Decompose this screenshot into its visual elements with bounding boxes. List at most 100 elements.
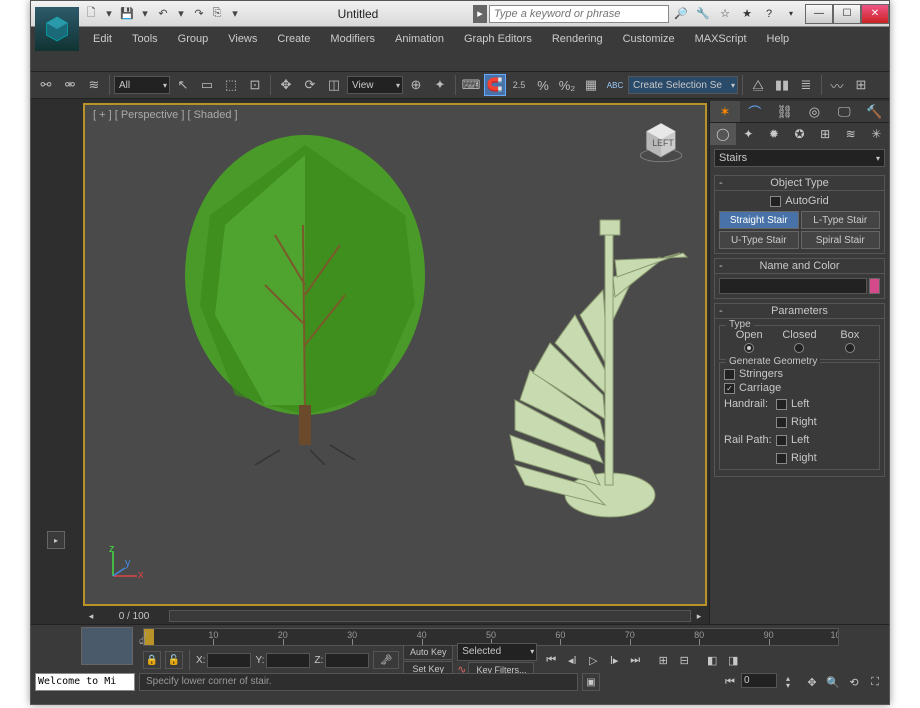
btn-utype-stair[interactable]: U-Type Stair: [719, 231, 799, 249]
close-button[interactable]: ✕: [861, 4, 889, 24]
object-name-input[interactable]: [719, 278, 867, 294]
subtab-systems-icon[interactable]: ✳: [863, 123, 889, 145]
open-icon[interactable]: ▾: [101, 6, 117, 22]
rollout-header-object-type[interactable]: -Object Type: [714, 175, 885, 191]
chk-stringers-row[interactable]: Stringers: [724, 368, 875, 380]
btn-spiral-stair[interactable]: Spiral Stair: [801, 231, 881, 249]
btn-ltype-stair[interactable]: L-Type Stair: [801, 211, 881, 229]
undo-icon[interactable]: ↶: [155, 6, 171, 22]
play-icon[interactable]: ▷: [583, 651, 603, 669]
help-dd-icon[interactable]: ▾: [783, 6, 799, 22]
unlink-icon[interactable]: ⚮: [59, 74, 81, 96]
chk-handrail-left[interactable]: [776, 399, 787, 410]
menu-edit[interactable]: Edit: [83, 31, 122, 49]
y-input[interactable]: [266, 653, 310, 668]
edit-sel-icon[interactable]: ▦: [580, 74, 602, 96]
named-selection-dropdown[interactable]: Create Selection Se: [628, 76, 738, 94]
tab-utilities-icon[interactable]: 🔨: [859, 101, 889, 122]
maxscript-listener[interactable]: Welcome to Mi: [35, 673, 135, 691]
maximize-button[interactable]: ☐: [833, 4, 861, 24]
subtab-helpers-icon[interactable]: ⊞: [812, 123, 838, 145]
chk-railpath-left-row[interactable]: Left: [776, 434, 875, 446]
pivot-icon[interactable]: ⊕: [405, 74, 427, 96]
refcoord-dropdown[interactable]: View: [347, 76, 403, 94]
goto-start2-icon[interactable]: ⏮: [720, 673, 740, 691]
chk-railpath-right-row[interactable]: Right: [776, 452, 875, 464]
help-icon[interactable]: ?: [761, 6, 777, 22]
menu-animation[interactable]: Animation: [385, 31, 454, 49]
type-box[interactable]: Box: [825, 329, 875, 356]
menu-grapheditors[interactable]: Graph Editors: [454, 31, 542, 49]
type-closed[interactable]: Closed: [774, 329, 824, 356]
named-sel-icon[interactable]: ABC: [604, 74, 626, 96]
new-icon[interactable]: 🗋: [83, 6, 99, 22]
next-frame-icon[interactable]: ǀ▸: [604, 651, 624, 669]
spinner-snap-icon[interactable]: %₂: [556, 74, 578, 96]
percent-snap-icon[interactable]: %: [532, 74, 554, 96]
tab-create[interactable]: ✶: [710, 101, 740, 122]
menu-maxscript[interactable]: MAXScript: [685, 31, 757, 49]
chk-stringers[interactable]: [724, 369, 735, 380]
z-input[interactable]: [325, 653, 369, 668]
lock-icon[interactable]: 🔒: [143, 651, 161, 669]
menu-help[interactable]: Help: [757, 31, 807, 49]
bind-icon[interactable]: ≋: [83, 74, 105, 96]
star-icon[interactable]: ☆: [717, 6, 733, 22]
type-open[interactable]: Open: [724, 329, 774, 356]
rollout-header-parameters[interactable]: -Parameters: [714, 303, 885, 319]
key-icon[interactable]: 🗝: [373, 651, 399, 669]
menu-group[interactable]: Group: [168, 31, 219, 49]
menu-views[interactable]: Views: [218, 31, 267, 49]
spiral-stair-object[interactable]: [455, 185, 695, 525]
spinner-icon[interactable]: ▴▾: [778, 673, 798, 691]
selection-filter-dropdown[interactable]: All: [114, 76, 170, 94]
snap-toggle-icon[interactable]: 🧲: [484, 74, 506, 96]
qat-dd-icon[interactable]: ▾: [227, 6, 243, 22]
chk-carriage[interactable]: [724, 383, 735, 394]
menu-create[interactable]: Create: [267, 31, 320, 49]
move-icon[interactable]: ✥: [275, 74, 297, 96]
maxview-icon[interactable]: ◨: [723, 651, 743, 669]
align-icon[interactable]: ▮▮: [771, 74, 793, 96]
select-icon[interactable]: ↖: [172, 74, 194, 96]
window-crossing-icon[interactable]: ⊡: [244, 74, 266, 96]
app-logo[interactable]: [35, 7, 79, 51]
menu-tools[interactable]: Tools: [122, 31, 168, 49]
subtab-geometry-icon[interactable]: ◯: [710, 123, 736, 145]
x-input[interactable]: [207, 653, 251, 668]
favorite-icon[interactable]: ★: [739, 6, 755, 22]
menu-modifiers[interactable]: Modifiers: [320, 31, 385, 49]
chk-railpath-left[interactable]: [776, 435, 787, 446]
isolate-icon[interactable]: ◧: [702, 651, 722, 669]
tab-display-icon[interactable]: 🖵: [829, 101, 859, 122]
binoculars-icon[interactable]: 🔎: [673, 6, 689, 22]
key-icon[interactable]: 🔧: [695, 6, 711, 22]
tab-motion-icon[interactable]: ◎: [799, 101, 829, 122]
menu-customize[interactable]: Customize: [613, 31, 685, 49]
subtab-lights-icon[interactable]: ✹: [761, 123, 787, 145]
autogrid-checkbox[interactable]: [770, 196, 781, 207]
comm-center-icon[interactable]: ▣: [582, 673, 600, 691]
expand-trackbar-button[interactable]: ▸: [47, 531, 65, 549]
pan-icon[interactable]: ✥: [802, 673, 822, 691]
scroll-right-icon[interactable]: ▸: [691, 611, 707, 622]
timeconfig-icon[interactable]: ⊞: [653, 651, 673, 669]
select-name-icon[interactable]: ▭: [196, 74, 218, 96]
tab-hierarchy-icon[interactable]: ⛓: [770, 101, 800, 122]
subtab-cameras-icon[interactable]: ✪: [787, 123, 813, 145]
scale-icon[interactable]: ◫: [323, 74, 345, 96]
tree-object[interactable]: [165, 125, 445, 465]
angle-snap-icon[interactable]: 2.5: [508, 74, 530, 96]
subtab-shapes-icon[interactable]: ✦: [736, 123, 762, 145]
btn-straight-stair[interactable]: Straight Stair: [719, 211, 799, 229]
zoom-icon[interactable]: 🔍: [823, 673, 843, 691]
perspective-viewport[interactable]: [ + ] [ Perspective ] [ Shaded ]: [83, 103, 707, 606]
link-icon[interactable]: ⚯: [35, 74, 57, 96]
search-go-icon[interactable]: ▸: [473, 5, 487, 23]
goto-start-icon[interactable]: ⏮: [541, 651, 561, 669]
redo-icon[interactable]: ↷: [191, 6, 207, 22]
schematic-icon[interactable]: ⊞: [850, 74, 872, 96]
tab-modify[interactable]: ⌒: [740, 101, 770, 122]
link-icon[interactable]: ⎘: [209, 6, 225, 22]
rotate-icon[interactable]: ⟳: [299, 74, 321, 96]
